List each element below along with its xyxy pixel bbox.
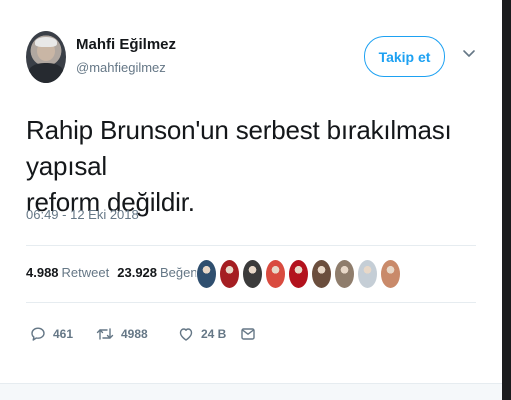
avatar-hair bbox=[35, 37, 57, 47]
tweet-card: Mahfi Eğilmez @mahfiegilmez Takip et Rah… bbox=[0, 0, 502, 384]
author-avatar[interactable] bbox=[26, 31, 66, 83]
tweet-timestamp[interactable]: 06:49 - 12 Eki 2018 bbox=[26, 207, 139, 222]
tweet-text: Rahip Brunson'un serbest bırakılması yap… bbox=[26, 112, 476, 220]
reply-area-band bbox=[0, 383, 502, 400]
author-name[interactable]: Mahfi Eğilmez bbox=[76, 36, 176, 53]
retweet-stat-count[interactable]: 4.988 bbox=[26, 265, 59, 280]
like-button[interactable]: 24 B bbox=[178, 326, 240, 342]
avatar-suit bbox=[28, 63, 64, 83]
liker-avatars[interactable] bbox=[196, 259, 403, 289]
tweet-actions: 461 4988 24 B bbox=[30, 324, 256, 344]
chevron-down-icon[interactable] bbox=[462, 47, 476, 61]
liker-avatar[interactable] bbox=[311, 259, 332, 289]
liker-avatar[interactable] bbox=[334, 259, 355, 289]
reply-count: 461 bbox=[53, 327, 74, 341]
divider-top bbox=[26, 245, 476, 246]
liker-avatar[interactable] bbox=[219, 259, 240, 289]
divider-bottom bbox=[26, 302, 476, 303]
window-edge bbox=[502, 0, 511, 400]
follow-button[interactable]: Takip et bbox=[364, 36, 445, 77]
liker-avatar[interactable] bbox=[242, 259, 263, 289]
heart-icon bbox=[179, 328, 193, 341]
liker-avatar[interactable] bbox=[288, 259, 309, 289]
tweet-text-line-1: Rahip Brunson'un serbest bırakılması yap… bbox=[26, 115, 452, 181]
direct-message-icon bbox=[241, 328, 255, 340]
like-stat-label[interactable]: Beğeni bbox=[160, 265, 200, 280]
liker-avatar[interactable] bbox=[265, 259, 286, 289]
reply-icon bbox=[31, 327, 45, 341]
retweet-icon bbox=[96, 328, 114, 340]
tweet-page: Mahfi Eğilmez @mahfiegilmez Takip et Rah… bbox=[0, 0, 511, 400]
like-stat-count[interactable]: 23.928 bbox=[117, 265, 157, 280]
retweet-button[interactable]: 4988 bbox=[96, 326, 178, 342]
reply-button[interactable]: 461 bbox=[30, 326, 96, 342]
liker-avatar[interactable] bbox=[380, 259, 401, 289]
direct-message-button[interactable] bbox=[240, 326, 256, 342]
retweet-action-count: 4988 bbox=[121, 327, 148, 341]
liker-avatar[interactable] bbox=[196, 259, 217, 289]
tweet-stats: 4.988 Retweet 23.928 Beğeni bbox=[26, 265, 209, 280]
author-handle[interactable]: @mahfiegilmez bbox=[76, 60, 166, 75]
liker-avatar[interactable] bbox=[357, 259, 378, 289]
like-action-count: 24 B bbox=[201, 327, 227, 341]
retweet-stat-label[interactable]: Retweet bbox=[62, 265, 110, 280]
